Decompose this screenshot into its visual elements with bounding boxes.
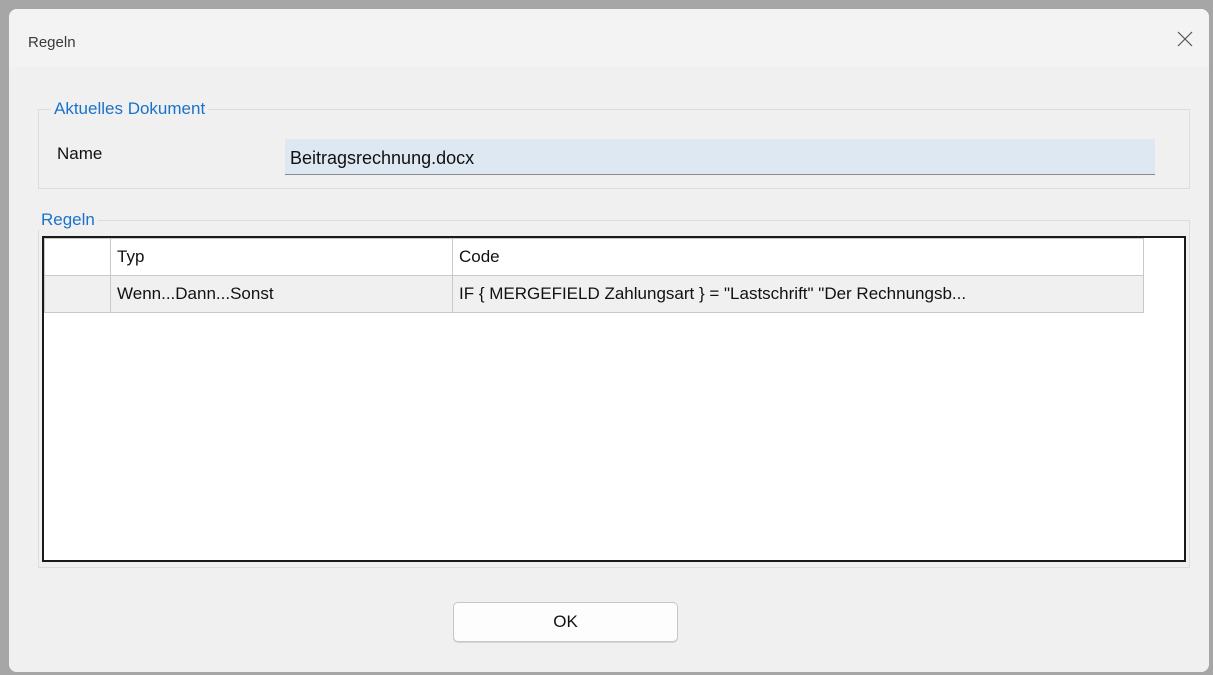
rules-table: Typ Code Wenn...Dann...Sonst IF { MERGEF… bbox=[44, 238, 1144, 313]
current-document-group: Aktuelles Dokument Name Beitragsrechnung… bbox=[38, 99, 1190, 189]
rules-group: Regeln Typ Code Wenn...Dann...Sonst IF {… bbox=[38, 210, 1190, 568]
ok-button[interactable]: OK bbox=[453, 602, 678, 642]
dialog-window: Regeln Aktuelles Dokument Name Beitragsr… bbox=[9, 9, 1209, 672]
row-indicator[interactable] bbox=[44, 275, 111, 313]
row-header-corner[interactable] bbox=[44, 238, 111, 276]
window-title: Regeln bbox=[28, 34, 76, 51]
column-header-code[interactable]: Code bbox=[452, 238, 1144, 276]
cell-code[interactable]: IF { MERGEFIELD Zahlungsart } = "Lastsch… bbox=[452, 275, 1144, 313]
column-header-typ[interactable]: Typ bbox=[110, 238, 453, 276]
table-row[interactable]: Wenn...Dann...Sonst IF { MERGEFIELD Zahl… bbox=[44, 275, 1144, 313]
dialog-body: Aktuelles Dokument Name Beitragsrechnung… bbox=[9, 67, 1209, 672]
header-row: Typ Code bbox=[44, 238, 1144, 276]
cell-typ[interactable]: Wenn...Dann...Sonst bbox=[110, 275, 453, 313]
rules-legend: Regeln bbox=[38, 210, 98, 230]
name-field[interactable]: Beitragsrechnung.docx bbox=[285, 139, 1155, 175]
close-icon[interactable] bbox=[1173, 27, 1197, 51]
title-bar: Regeln bbox=[9, 9, 1209, 67]
name-label: Name bbox=[57, 144, 103, 163]
current-document-legend: Aktuelles Dokument bbox=[51, 99, 209, 119]
rules-grid[interactable]: Typ Code Wenn...Dann...Sonst IF { MERGEF… bbox=[42, 236, 1186, 562]
